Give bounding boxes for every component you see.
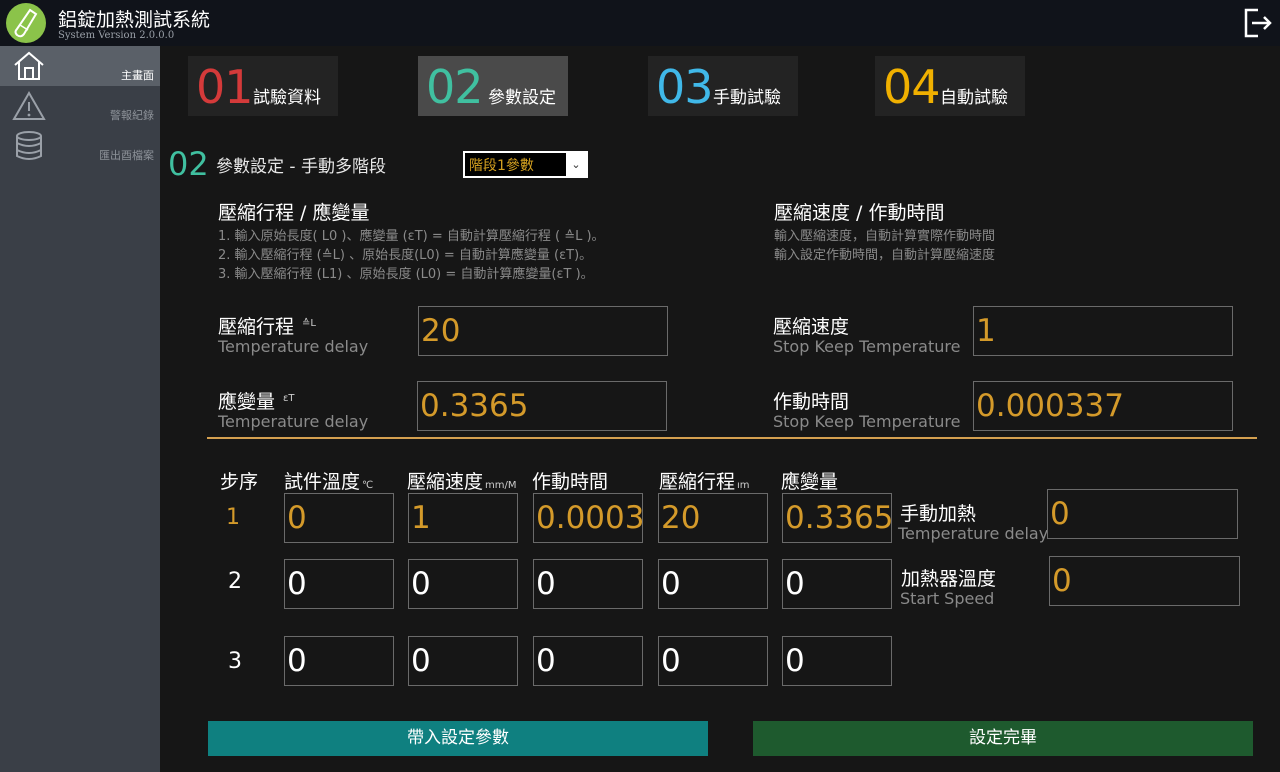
row2-strain-input[interactable]: 0 (782, 559, 892, 609)
finish-button[interactable]: 設定完畢 (753, 721, 1253, 756)
chevron-down-icon: ⌄ (566, 153, 586, 176)
row2-time-input[interactable]: 0 (533, 559, 643, 609)
app-window: 鋁錠加熱測試系統 System Version 2.0.0.0 主畫面 警報紀錄… (0, 0, 1280, 772)
row2-stroke-input[interactable]: 0 (658, 559, 768, 609)
header-strain: 應變量 (781, 471, 839, 493)
section-title: 參數設定 - 手動多階段 (216, 157, 386, 177)
row-step-number: 2 (228, 569, 242, 594)
step-number: 02 (426, 60, 484, 114)
sidebar-item-label: 警報紀錄 (110, 109, 154, 122)
home-icon (12, 50, 46, 82)
stroke-sublabel: Temperature delay (218, 337, 369, 356)
manual-heat-label: 手動加熱 (900, 503, 977, 525)
database-icon (12, 130, 46, 162)
title-bar: 鋁錠加熱測試系統 System Version 2.0.0.0 (0, 0, 1280, 46)
row2-speed-input[interactable]: 0 (408, 559, 518, 609)
stroke-label: 壓縮行程 ≙L (218, 316, 316, 338)
speed-label: 壓縮速度 (773, 316, 850, 338)
time-sublabel: Stop Keep Temperature (773, 412, 961, 431)
sidebar-item-home[interactable]: 主畫面 (0, 46, 160, 86)
row1-stroke-input[interactable]: 20 (658, 493, 768, 543)
tab-test-data[interactable]: 01 試驗資料 (188, 56, 338, 116)
header-compress-speed: 壓縮速度 mm/M (407, 471, 517, 493)
sidebar-item-alarm-log[interactable]: 警報紀錄 (0, 86, 160, 126)
manual-heat-sublabel: Temperature delay (898, 524, 1049, 543)
row-step-number: 1 (226, 505, 240, 530)
stage-select[interactable]: 階段1參數 ⌄ (463, 151, 588, 178)
heater-temp-label: 加熱器溫度 (901, 568, 997, 590)
heater-temp-input[interactable]: 0 (1049, 556, 1240, 606)
row3-time-input[interactable]: 0 (533, 636, 643, 686)
instruction-note: 3. 輸入壓縮行程 (L1) 、原始長度 (L0) = 自動計算應變量(εT )… (218, 267, 594, 282)
header-action-time: 作動時間 (532, 471, 609, 493)
stroke-input[interactable]: 20 (418, 306, 668, 356)
speed-sublabel: Stop Keep Temperature (773, 337, 961, 356)
strain-input[interactable]: 0.3365 (417, 381, 667, 431)
step-label: 自動試驗 (940, 88, 1008, 108)
strain-sublabel: Temperature delay (218, 412, 369, 431)
header-step: 步序 (220, 471, 259, 493)
separator (207, 437, 1257, 439)
sidebar-item-label: 匯出酉檔案 (99, 149, 154, 162)
row3-temp-input[interactable]: 0 (284, 636, 394, 686)
instruction-note: 輸入設定作動時間，自動計算壓縮速度 (774, 248, 996, 263)
row3-speed-input[interactable]: 0 (408, 636, 518, 686)
step-number: 03 (656, 60, 714, 114)
stage-select-value: 階段1參數 (469, 158, 534, 174)
sidebar: 主畫面 警報紀錄 匯出酉檔案 (0, 46, 160, 772)
tab-manual-test[interactable]: 03 手動試驗 (648, 56, 798, 116)
row3-strain-input[interactable]: 0 (782, 636, 892, 686)
row2-temp-input[interactable]: 0 (284, 559, 394, 609)
time-label: 作動時間 (773, 391, 850, 413)
header-stroke: 壓縮行程 ım (659, 471, 750, 493)
manual-heat-input[interactable]: 0 (1047, 489, 1238, 539)
header-specimen-temp: 試件溫度 ℃ (284, 471, 374, 493)
step-label: 手動試驗 (713, 88, 781, 108)
flask-logo-icon (6, 3, 46, 43)
row1-temp-input[interactable]: 0 (284, 493, 394, 543)
step-label: 試驗資料 (253, 88, 321, 108)
speed-input[interactable]: 1 (973, 306, 1233, 356)
load-params-button[interactable]: 帶入設定參數 (208, 721, 708, 756)
speed-time-heading: 壓縮速度 / 作動時間 (774, 202, 945, 224)
main-panel: 01 試驗資料 02 參數設定 03 手動試驗 04 自動試驗 02 參數設定 … (160, 46, 1280, 772)
section-number: 02 (168, 145, 209, 183)
app-title: 鋁錠加熱測試系統 (58, 9, 211, 31)
tab-auto-test[interactable]: 04 自動試驗 (875, 56, 1025, 116)
instruction-note: 1. 輸入原始長度( L0 )、應變量 (εT) = 自動計算壓縮行程 ( ≙L… (218, 229, 605, 244)
tab-parameter-settings[interactable]: 02 參數設定 (418, 56, 568, 116)
sidebar-item-export[interactable]: 匯出酉檔案 (0, 126, 160, 166)
instruction-note: 輸入壓縮速度，自動計算實際作動時間 (774, 229, 996, 244)
logout-icon[interactable] (1240, 6, 1274, 40)
heater-temp-sublabel: Start Speed (900, 589, 995, 608)
row-step-number: 3 (228, 649, 242, 674)
step-label: 參數設定 (488, 88, 556, 108)
step-number: 01 (196, 60, 254, 114)
strain-label: 應變量 εT (218, 391, 295, 413)
instruction-note: 2. 輸入壓縮行程 (≙L) 、原始長度(L0) = 自動計算應變量 (εT)。 (218, 248, 593, 263)
app-version: System Version 2.0.0.0 (58, 30, 175, 41)
warning-icon (12, 90, 46, 122)
row1-time-input[interactable]: 0.0003. (533, 493, 643, 543)
sidebar-item-label: 主畫面 (121, 69, 154, 82)
row1-strain-input[interactable]: 0.3365 (782, 493, 892, 543)
row1-speed-input[interactable]: 1 (408, 493, 518, 543)
step-number: 04 (883, 60, 941, 114)
stroke-strain-heading: 壓縮行程 / 應變量 (218, 202, 370, 224)
time-input[interactable]: 0.000337 (973, 381, 1233, 431)
row3-stroke-input[interactable]: 0 (658, 636, 768, 686)
